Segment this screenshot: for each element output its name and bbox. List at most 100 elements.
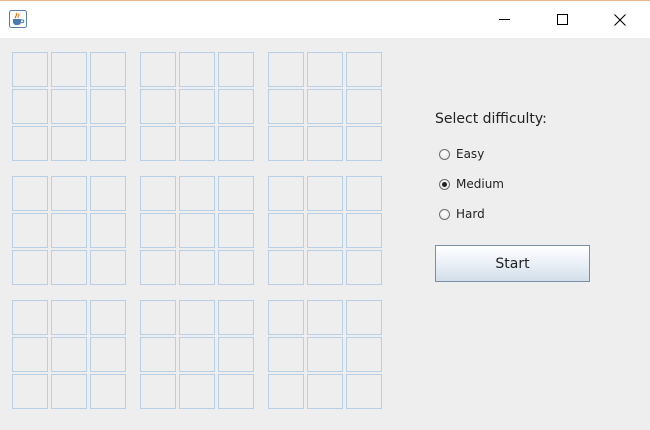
sudoku-cell[interactable] [12,52,48,87]
sudoku-cell[interactable] [307,213,343,248]
sudoku-cell[interactable] [346,213,382,248]
sudoku-cell[interactable] [346,300,382,335]
sudoku-cell[interactable] [12,250,48,285]
sudoku-cell[interactable] [12,337,48,372]
sudoku-cell[interactable] [90,126,126,161]
sudoku-box [12,52,128,163]
sudoku-cell[interactable] [51,300,87,335]
maximize-button[interactable] [533,1,591,38]
sudoku-cell[interactable] [140,374,176,409]
sudoku-cell[interactable] [179,337,215,372]
sudoku-cell[interactable] [12,126,48,161]
sudoku-cell[interactable] [268,126,304,161]
sudoku-cell[interactable] [307,89,343,124]
sudoku-cell[interactable] [218,52,254,87]
sudoku-cell[interactable] [268,250,304,285]
sudoku-cell[interactable] [12,89,48,124]
sudoku-cell[interactable] [179,250,215,285]
sudoku-cell[interactable] [307,126,343,161]
sudoku-cell[interactable] [346,126,382,161]
sudoku-cell[interactable] [179,126,215,161]
radio-hard[interactable]: Hard [439,205,485,223]
sudoku-cell[interactable] [218,300,254,335]
sudoku-cell[interactable] [307,250,343,285]
sudoku-box [140,300,256,411]
sudoku-cell[interactable] [90,52,126,87]
sudoku-cell[interactable] [268,213,304,248]
sudoku-cell[interactable] [218,213,254,248]
sudoku-cell[interactable] [51,176,87,211]
sudoku-cell[interactable] [307,300,343,335]
sudoku-cell[interactable] [90,176,126,211]
sudoku-cell[interactable] [346,374,382,409]
sudoku-cell[interactable] [140,89,176,124]
sudoku-cell[interactable] [90,300,126,335]
sudoku-cell[interactable] [90,374,126,409]
sudoku-cell[interactable] [307,337,343,372]
sudoku-cell[interactable] [268,337,304,372]
sudoku-cell[interactable] [90,89,126,124]
radio-easy[interactable]: Easy [439,145,484,163]
sudoku-cell[interactable] [218,176,254,211]
sudoku-cell[interactable] [179,374,215,409]
java-cup-icon[interactable] [9,10,27,28]
sudoku-cell[interactable] [346,176,382,211]
sudoku-cell[interactable] [90,250,126,285]
sudoku-cell[interactable] [218,250,254,285]
sudoku-box [140,176,256,287]
sudoku-cell[interactable] [218,89,254,124]
sudoku-cell[interactable] [51,213,87,248]
radio-hard-label: Hard [456,207,485,221]
sudoku-cell[interactable] [90,213,126,248]
close-button[interactable] [591,1,649,38]
radio-medium-icon[interactable] [439,178,450,190]
sudoku-cell[interactable] [140,250,176,285]
sudoku-cell[interactable] [51,89,87,124]
sudoku-cell[interactable] [346,250,382,285]
sudoku-cell[interactable] [12,213,48,248]
sudoku-cell[interactable] [179,52,215,87]
sudoku-cell[interactable] [12,176,48,211]
sudoku-cell[interactable] [51,250,87,285]
sudoku-cell[interactable] [346,337,382,372]
sudoku-cell[interactable] [140,126,176,161]
sudoku-cell[interactable] [179,176,215,211]
sudoku-cell[interactable] [307,176,343,211]
minimize-button[interactable] [475,1,533,38]
sudoku-cell[interactable] [90,337,126,372]
sudoku-cell[interactable] [12,300,48,335]
sudoku-cell[interactable] [346,89,382,124]
sudoku-cell[interactable] [140,300,176,335]
sudoku-cell[interactable] [307,374,343,409]
sudoku-cell[interactable] [140,52,176,87]
sudoku-cell[interactable] [51,126,87,161]
start-button[interactable]: Start [435,245,590,282]
sudoku-box [268,52,384,163]
sudoku-cell[interactable] [51,337,87,372]
sudoku-cell[interactable] [140,337,176,372]
sudoku-cell[interactable] [218,337,254,372]
sudoku-box [268,176,384,287]
sudoku-cell[interactable] [268,52,304,87]
sudoku-cell[interactable] [179,300,215,335]
sudoku-cell[interactable] [51,52,87,87]
sudoku-cell[interactable] [179,89,215,124]
sudoku-cell[interactable] [179,213,215,248]
radio-hard-icon[interactable] [439,208,450,220]
sudoku-cell[interactable] [12,374,48,409]
sudoku-cell[interactable] [268,89,304,124]
sudoku-cell[interactable] [268,374,304,409]
sudoku-cell[interactable] [218,374,254,409]
radio-easy-icon[interactable] [439,148,450,160]
sudoku-cell[interactable] [346,52,382,87]
sudoku-cell[interactable] [307,52,343,87]
sudoku-cell[interactable] [140,176,176,211]
sudoku-cell[interactable] [268,300,304,335]
sudoku-cell[interactable] [140,213,176,248]
sudoku-cell[interactable] [218,126,254,161]
sudoku-cell[interactable] [51,374,87,409]
sudoku-cell[interactable] [268,176,304,211]
radio-easy-label: Easy [456,147,485,161]
title-bar[interactable] [0,1,650,38]
radio-medium[interactable]: Medium [439,175,504,193]
